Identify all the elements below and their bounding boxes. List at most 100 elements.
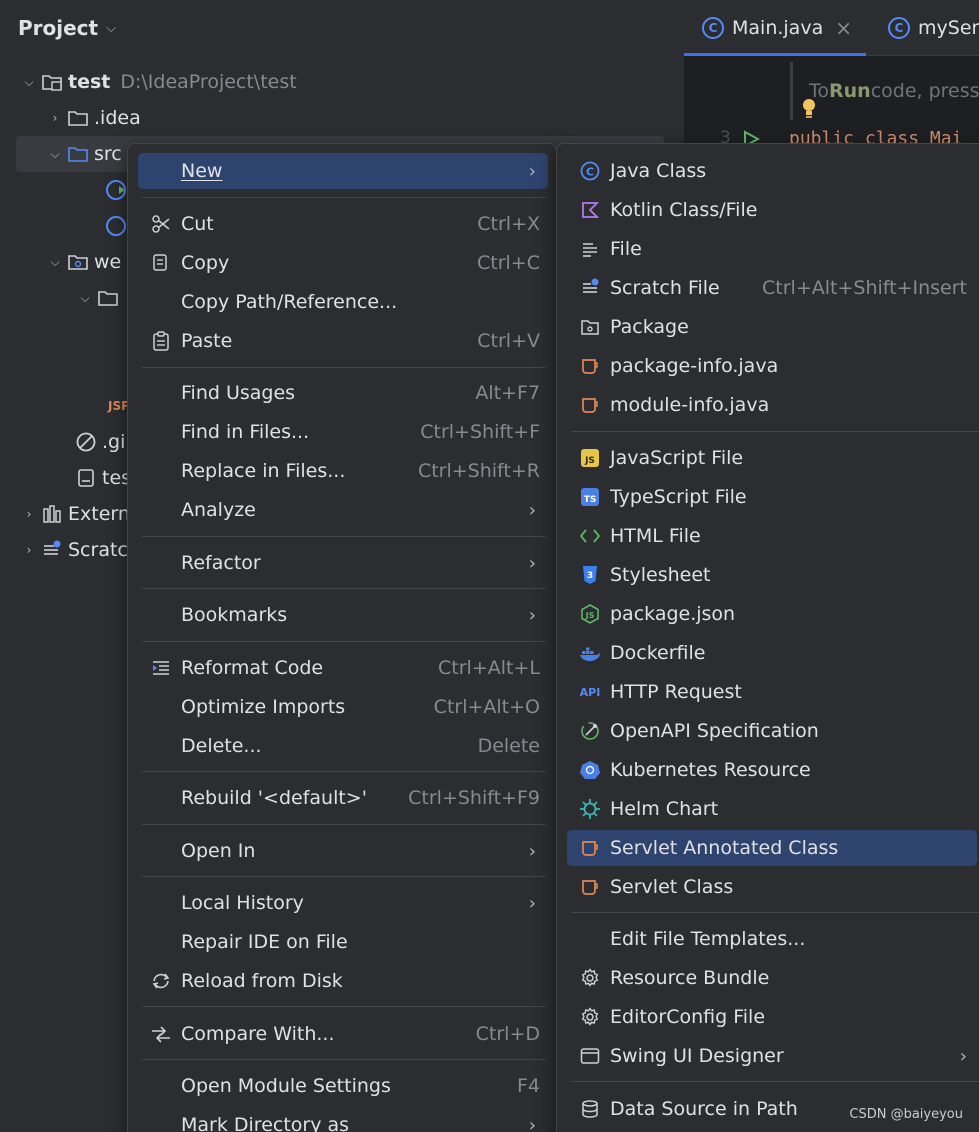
tree-item-subfolder[interactable]: ⌵ [74,280,124,316]
chevron-down-icon[interactable]: ⌵ [44,255,66,270]
menu-item-open-in[interactable]: Open In › [138,833,548,869]
menu-label: Copy [181,252,230,274]
separator [142,197,546,198]
menu-item-reformat-code[interactable]: Reformat Code Ctrl+Alt+L [138,650,548,686]
menu-label: Servlet Annotated Class [610,837,839,859]
menu-item-paste[interactable]: Paste Ctrl+V [138,323,548,359]
menu-item-javascript-file[interactable]: JS JavaScript File [567,440,977,476]
menu-label: Find in Files... [181,421,310,443]
chevron-right-icon[interactable]: › [18,543,40,557]
menu-item-html-file[interactable]: HTML File [567,518,977,554]
menu-shortcut: Ctrl+Alt+O [433,696,540,718]
servlet-icon [579,876,601,898]
window-icon [579,1045,601,1067]
source-folder-icon [66,143,90,165]
chevron-right-icon[interactable]: › [18,507,40,521]
menu-item-new[interactable]: New › [138,153,548,189]
close-icon[interactable]: × [835,16,852,40]
package-icon [579,316,601,338]
menu-item-optimize-imports[interactable]: Optimize Imports Ctrl+Alt+O [138,689,548,725]
menu-item-java-class[interactable]: C Java Class [567,153,977,189]
chevron-right-icon: › [528,840,536,862]
menu-item-editorconfig[interactable]: EditorConfig File [567,999,977,1035]
menu-label: Swing UI Designer [610,1045,784,1067]
chevron-down-icon[interactable]: ⌵ [44,147,66,162]
menu-item-file[interactable]: File [567,231,977,267]
menu-item-kubernetes[interactable]: Kubernetes Resource [567,752,977,788]
text-file-icon [579,238,601,260]
menu-shortcut: F4 [516,1075,540,1097]
project-view-selector[interactable]: Project ⌵ [18,14,116,42]
menu-item-copy[interactable]: Copy Ctrl+C [138,245,548,281]
menu-item-open-module-settings[interactable]: Open Module Settings F4 [138,1068,548,1104]
menu-item-swing-ui-designer[interactable]: Swing UI Designer › [567,1038,977,1074]
menu-item-package[interactable]: Package [567,309,977,345]
docker-icon [579,642,601,664]
run-hint: To Run code, press [790,62,979,120]
nodejs-icon: JS [579,603,601,625]
menu-item-find-usages[interactable]: Find Usages Alt+F7 [138,375,548,411]
separator [142,1059,546,1060]
menu-item-servlet-class[interactable]: Servlet Class [567,869,977,905]
menu-label: Servlet Class [610,876,734,898]
tree-item-test[interactable]: ⌵ test D:\IdeaProject\test [18,64,296,100]
separator [142,367,546,368]
menu-label: Refactor [181,552,261,574]
chevron-right-icon: › [959,1045,967,1067]
separator [142,876,546,877]
chevron-right-icon[interactable]: › [44,111,66,125]
menu-item-helm-chart[interactable]: Helm Chart [567,791,977,827]
new-submenu: C Java Class Kotlin Class/File File Scra… [556,143,979,1132]
menu-item-repair-ide[interactable]: Repair IDE on File [138,924,548,960]
menu-shortcut: Ctrl+Shift+F9 [408,787,540,809]
menu-item-delete[interactable]: Delete... Delete [138,728,548,764]
menu-item-replace-in-files[interactable]: Replace in Files... Ctrl+Shift+R [138,453,548,489]
menu-item-scratch-file[interactable]: Scratch File Ctrl+Alt+Shift+Insert [567,270,977,306]
menu-shortcut: Ctrl+Shift+R [417,460,540,482]
tree-item-idea[interactable]: › .idea [44,100,141,136]
menu-shortcut: Ctrl+Alt+Shift+Insert [762,277,967,299]
menu-item-reload-from-disk[interactable]: Reload from Disk [138,963,548,999]
menu-item-stylesheet[interactable]: 3 Stylesheet [567,557,977,593]
menu-item-local-history[interactable]: Local History › [138,885,548,921]
menu-item-kotlin[interactable]: Kotlin Class/File [567,192,977,228]
menu-item-dockerfile[interactable]: Dockerfile [567,635,977,671]
folder-icon [96,287,120,309]
lightbulb-icon[interactable] [801,98,817,118]
menu-item-edit-file-templates[interactable]: Edit File Templates... [567,921,977,957]
menu-label: Open In [181,840,256,862]
menu-item-analyze[interactable]: Analyze › [138,492,548,528]
tree-label: Extern [68,503,130,525]
menu-item-module-info[interactable]: module-info.java [567,387,977,423]
tab-myservlet[interactable]: C myServ [888,0,979,56]
menu-item-resource-bundle[interactable]: Resource Bundle [567,960,977,996]
menu-item-cut[interactable]: Cut Ctrl+X [138,206,548,242]
chevron-right-icon: › [528,892,536,914]
tree-label: .idea [94,107,141,129]
menu-item-package-json[interactable]: JS package.json [567,596,977,632]
menu-item-copy-path[interactable]: Copy Path/Reference... [138,284,548,320]
menu-label: Stylesheet [610,564,711,586]
menu-item-http-request[interactable]: API HTTP Request [567,674,977,710]
chevron-down-icon[interactable]: ⌵ [74,291,96,306]
tab-main-java[interactable]: C Main.java × [684,0,866,56]
tree-item-iml[interactable]: tes [74,460,131,496]
menu-item-compare-with[interactable]: Compare With... Ctrl+D [138,1016,548,1052]
menu-item-typescript-file[interactable]: TS TypeScript File [567,479,977,515]
menu-item-find-in-files[interactable]: Find in Files... Ctrl+Shift+F [138,414,548,450]
menu-item-openapi[interactable]: OpenAPI Specification [567,713,977,749]
chevron-down-icon[interactable]: ⌵ [18,75,40,90]
menu-item-mark-directory[interactable]: Mark Directory as › [138,1107,548,1132]
menu-item-package-info[interactable]: package-info.java [567,348,977,384]
tree-item-web[interactable]: ⌵ we [44,244,121,280]
watermark: CSDN @baiyeyou [849,1107,963,1122]
tree-item-scratches[interactable]: › Scratc [18,532,128,568]
menu-item-bookmarks[interactable]: Bookmarks › [138,597,548,633]
tree-item-gitignore[interactable]: .gi [74,424,125,460]
menu-item-servlet-annotated[interactable]: Servlet Annotated Class [567,830,977,866]
menu-item-rebuild[interactable]: Rebuild '<default>' Ctrl+Shift+F9 [138,780,548,816]
paste-icon [150,330,172,352]
tree-item-external-libraries[interactable]: › Extern [18,496,130,532]
menu-item-refactor[interactable]: Refactor › [138,545,548,581]
menu-label: Data Source in Path [610,1098,798,1120]
